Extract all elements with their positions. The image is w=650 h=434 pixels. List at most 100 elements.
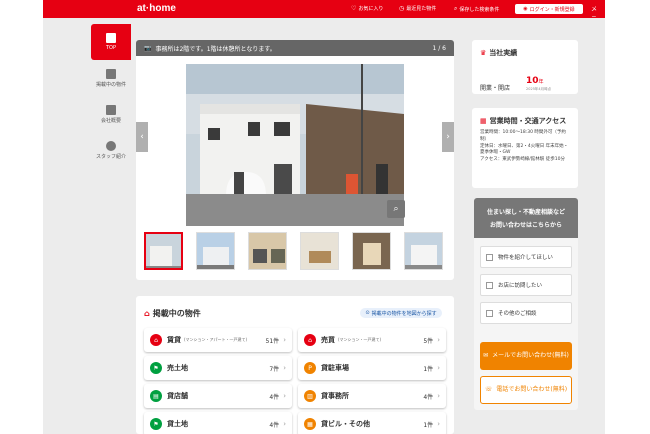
main-photo[interactable]: [186, 64, 404, 226]
category-name: 貸駐車場: [321, 364, 349, 372]
thumbnail-3[interactable]: [248, 232, 287, 270]
category-count: 4件: [269, 393, 280, 401]
history-icon: ◷: [399, 5, 405, 12]
listings-panel: ⌂ 掲載中の物件 ⊙ 掲載中の物件を地図から探す ⌂ 賃貸 (マンション・アパート・一戸…: [136, 296, 454, 434]
thumbnail-6[interactable]: [404, 232, 443, 270]
prev-photo-button[interactable]: ‹: [136, 122, 148, 152]
category-name: 貸事務所: [321, 392, 349, 400]
listing-category-7[interactable]: ⚑ 貸土地 4件 ›: [144, 412, 292, 434]
thumbnail-image: [197, 233, 234, 269]
record-row: 開業・開店 10年 2025年4月時点: [480, 68, 570, 92]
thumbnail-strip: [144, 232, 443, 270]
business-hours: 営業時間：10:00〜18:30 時間外可（予約制）: [480, 130, 566, 142]
record-card: ♛ 当社実績 開業・開店 10年 2025年4月時点: [472, 40, 578, 94]
favorites-link[interactable]: ♡ お気に入り: [351, 5, 383, 12]
checkbox[interactable]: [486, 309, 493, 317]
record-value: 10: [526, 76, 539, 86]
sidenav-item-listings[interactable]: 掲載中の物件: [91, 60, 131, 96]
closed-days: 定休日：水曜日、第2・4火曜日 年末年始・夏季休暇・GW: [480, 143, 569, 156]
login-button[interactable]: ◉ ログイン・新規登録: [515, 4, 583, 14]
hours-title: ▦ 営業時間・交通アクセス: [480, 117, 567, 125]
recent-link[interactable]: ◷ 最近見た物件: [399, 5, 436, 12]
option-visit[interactable]: お店に訪問したい: [480, 274, 572, 296]
category-subtitle: (マンション・一戸建て): [338, 337, 382, 342]
thumbnail-1[interactable]: [144, 232, 183, 270]
top-bar: at·home ♡ お気に入り ◷ 最近見た物件 ⌕ 保存した検索条件 ◉ ログイン・新…: [43, 0, 605, 40]
sidenav-item-staff[interactable]: スタッフ紹介: [91, 132, 131, 168]
category-name: 貸ビル・その他: [321, 420, 370, 428]
listing-category-3[interactable]: ⚑ 売土地 7件 ›: [144, 356, 292, 380]
athome-logo[interactable]: at·home: [137, 3, 176, 14]
house-icon: ⌂: [144, 309, 150, 318]
category-name: 売土地: [167, 364, 188, 372]
chevron-right-icon: ›: [283, 336, 286, 344]
next-photo-button[interactable]: ›: [442, 122, 454, 152]
magnifier-icon: ⌕: [393, 204, 399, 214]
chevron-right-icon: ›: [446, 132, 450, 142]
category-count: 7件: [269, 365, 280, 373]
listings-heading: ⌂ 掲載中の物件: [144, 309, 201, 318]
search-icon: ⌕: [454, 5, 458, 12]
chevron-right-icon: ›: [283, 392, 286, 400]
option-introduce[interactable]: 物件を紹介してほしい: [480, 246, 572, 268]
category-subtitle: (マンション・アパート・一戸建て): [184, 337, 248, 342]
sidenav-item-top[interactable]: TOP: [91, 24, 131, 60]
side-nav: TOP 掲載中の物件 会社概要 スタッフ紹介: [91, 24, 131, 168]
top-icon: [106, 33, 116, 43]
person-icon: [106, 140, 116, 151]
record-note: 2025年4月時点: [526, 87, 552, 91]
house-icon: ⌂: [304, 334, 316, 346]
camera-icon: 📷: [144, 44, 152, 52]
option-other[interactable]: その他のご相談: [480, 302, 572, 324]
record-label: 開業・開店: [480, 85, 511, 92]
building-photo: [186, 64, 404, 226]
thumbnail-image: [146, 234, 181, 268]
listing-category-4[interactable]: P 貸駐車場 1件 ›: [298, 356, 446, 380]
record-value-block: 10年 2025年4月時点: [526, 68, 551, 92]
category-count: 4件: [423, 393, 434, 401]
building-icon: ▦: [304, 418, 316, 430]
listing-category-2[interactable]: ⌂ 売買 (マンション・一戸建て) 5件 ›: [298, 328, 446, 352]
category-count: 51件: [265, 337, 280, 345]
category-count: 1件: [423, 365, 434, 373]
building-icon: ▦: [480, 117, 487, 125]
listing-category-1[interactable]: ⌂ 賃貸 (マンション・アパート・一戸建て) 51件 ›: [144, 328, 292, 352]
record-unit: 年: [538, 79, 544, 85]
thumbnail-image: [353, 233, 390, 269]
thumbnail-4[interactable]: [300, 232, 339, 270]
chevron-right-icon: ›: [437, 420, 440, 428]
crown-icon: ♛: [480, 49, 487, 57]
checkbox[interactable]: [486, 281, 493, 289]
listing-category-5[interactable]: ▤ 貸店舗 4件 ›: [144, 384, 292, 408]
listing-category-6[interactable]: ▥ 貸事務所 4件 ›: [298, 384, 446, 408]
house-icon: ⌂: [150, 334, 162, 346]
map-search-link[interactable]: ⊙ 掲載中の物件を地図から探す: [360, 308, 442, 318]
category-count: 5件: [423, 337, 434, 345]
photo-counter: 1 / 6: [432, 44, 446, 52]
mail-icon: ✉: [483, 352, 489, 360]
zoom-button[interactable]: ⌕: [387, 200, 405, 218]
chevron-right-icon: ›: [437, 336, 440, 344]
shop-icon: ▤: [150, 390, 162, 402]
thumbnail-image: [301, 233, 338, 269]
thumbnail-2[interactable]: [196, 232, 235, 270]
mail-inquiry-button[interactable]: ✉ メールでお問い合わせ(無料): [480, 342, 572, 370]
saved-search-link[interactable]: ⌕ 保存した検索条件: [454, 5, 499, 13]
hours-details: 営業時間：10:00〜18:30 時間外可（予約制） 定休日：水曜日、第2・4火…: [480, 130, 570, 164]
category-count: 1件: [423, 421, 434, 429]
checkbox[interactable]: [486, 253, 493, 261]
flag-icon: ⚑: [150, 362, 162, 374]
listing-category-8[interactable]: ▦ 貸ビル・その他 1件 ›: [298, 412, 446, 434]
sidenav-item-company[interactable]: 会社概要: [91, 96, 131, 132]
category-count: 4件: [269, 421, 280, 429]
phone-icon: ☏: [484, 386, 493, 394]
user-icon: ◉: [523, 6, 528, 12]
contact-panel: 住まい探し・不動産相談など お問い合わせはこちらから 物件を紹介してほしい お店…: [474, 198, 578, 410]
thumbnail-5[interactable]: [352, 232, 391, 270]
thumbnail-image: [249, 233, 286, 269]
house-icon: [106, 68, 116, 79]
phone-inquiry-button[interactable]: ☏ 電話でお問い合わせ(無料): [480, 376, 572, 404]
heart-icon: ♡: [351, 5, 357, 12]
page: at·home ♡ お気に入り ◷ 最近見た物件 ⌕ 保存した検索条件 ◉ ログイン・新…: [0, 0, 650, 434]
category-name: 貸店舗: [167, 392, 188, 400]
